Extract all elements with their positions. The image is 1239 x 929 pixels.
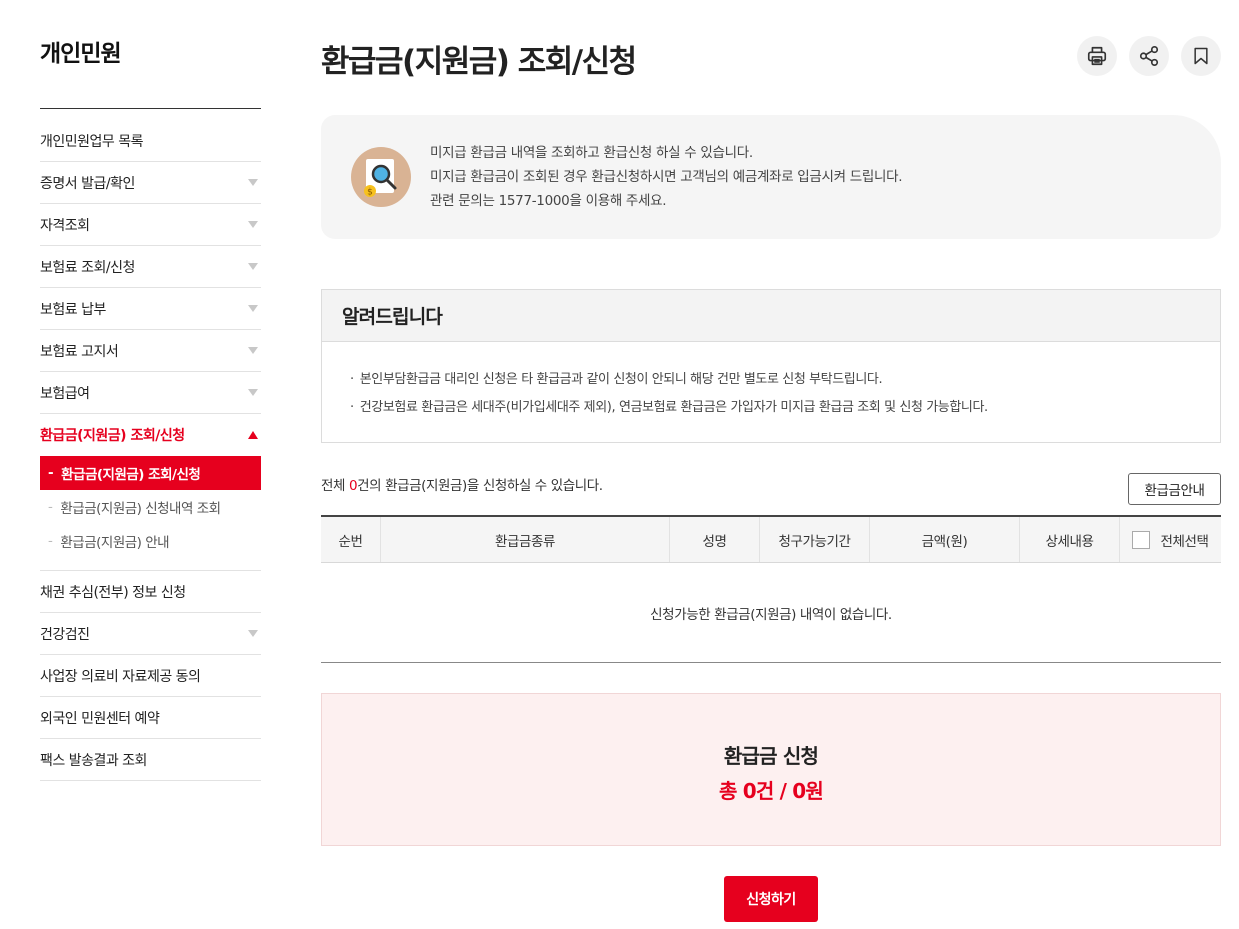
intro-line: 관련 문의는 1577-1000을 이용해 주세요. bbox=[430, 193, 667, 209]
refund-summary: 전체 0건의 환급금(지원금)을 신청하실 수 있습니다. bbox=[321, 474, 603, 494]
bullet-icon: · bbox=[350, 400, 354, 415]
chevron-down-icon bbox=[248, 630, 258, 637]
submenu-item-label: 환급금(지원금) 안내 bbox=[60, 535, 170, 551]
summary-prefix: 전체 bbox=[321, 478, 349, 494]
apply-total: 총 0건 / 0원 bbox=[718, 779, 824, 803]
submenu-item-label: 환급금(지원금) 조회/신청 bbox=[61, 467, 201, 483]
table-header: 순번 환급금종류 성명 청구가능기간 금액(원) 상세내용 전체선택 bbox=[321, 517, 1221, 563]
sidebar-item-label: 건강검진 bbox=[40, 626, 90, 643]
refund-submenu: - 환급금(지원금) 조회/신청 - 환급금(지원금) 신청내역 조회 - 환급금(지… bbox=[40, 456, 261, 571]
refund-count: 0 bbox=[348, 478, 358, 494]
chevron-down-icon bbox=[248, 389, 258, 396]
sidebar-item-benefits[interactable]: 보험급여 bbox=[40, 372, 261, 414]
column-header-type: 환급금종류 bbox=[381, 517, 670, 562]
refund-table: 순번 환급금종류 성명 청구가능기간 금액(원) 상세내용 전체선택 신청가능한… bbox=[321, 515, 1221, 663]
sidebar-item-premium-payment[interactable]: 보험료 납부 bbox=[40, 288, 261, 330]
sidebar-item-label: 개인민원업무 목록 bbox=[40, 133, 144, 150]
intro-line: 미지급 환급금이 조회된 경우 환급신청하시면 고객님의 예금계좌로 입금시켜 … bbox=[430, 169, 903, 185]
sidebar-item-debt-collection[interactable]: 채권 추심(전부) 정보 신청 bbox=[40, 571, 261, 613]
sidebar-item-eligibility[interactable]: 자격조회 bbox=[40, 204, 261, 246]
print-icon bbox=[1087, 46, 1107, 66]
notice-list: · 본인부담환급금 대리인 신청은 타 환급금과 같이 신청이 안되니 해당 건만… bbox=[322, 342, 1220, 422]
column-header-detail: 상세내용 bbox=[1020, 517, 1120, 562]
bookmark-icon bbox=[1194, 47, 1208, 65]
notice-item-text: 건강보험료 환급금은 세대주(비가입세대주 제외), 연금보험료 환급금은 가입… bbox=[359, 400, 988, 415]
sidebar-item-label: 보험료 조회/신청 bbox=[40, 259, 135, 276]
sidebar-item-foreigner-center[interactable]: 외국인 민원센터 예약 bbox=[40, 697, 261, 739]
select-all-checkbox[interactable] bbox=[1132, 530, 1151, 549]
notice-title: 알려드립니다 bbox=[322, 290, 1220, 342]
chevron-down-icon bbox=[248, 305, 258, 312]
sidebar-item-label: 채권 추심(전부) 정보 신청 bbox=[40, 584, 186, 601]
chevron-down-icon bbox=[248, 221, 258, 228]
sidebar-item-label: 환급금(지원금) 조회/신청 bbox=[40, 428, 185, 444]
sidebar-item-label: 자격조회 bbox=[40, 217, 90, 234]
submenu-item-refund-guide[interactable]: - 환급금(지원금) 안내 bbox=[40, 524, 261, 558]
summary-suffix: 건의 환급금(지원금)을 신청하실 수 있습니다. bbox=[357, 478, 603, 494]
sidebar-submenu: - 환급금(지원금) 조회/신청 - 환급금(지원금) 신청내역 조회 - 환급금(지… bbox=[40, 456, 261, 571]
bullet-icon: · bbox=[350, 372, 354, 387]
chevron-down-icon bbox=[248, 347, 258, 354]
submenu-dash: - bbox=[48, 499, 53, 515]
column-header-name: 성명 bbox=[670, 517, 760, 562]
sidebar-item-medical-consent[interactable]: 사업장 의료비 자료제공 동의 bbox=[40, 655, 261, 697]
sidebar-item-certificate[interactable]: 증명서 발급/확인 bbox=[40, 162, 261, 204]
intro-box: $ 미지급 환급금 내역을 조회하고 환급신청 하실 수 있습니다. 미지급 환… bbox=[321, 115, 1221, 239]
share-button[interactable] bbox=[1129, 36, 1169, 76]
svg-text:$: $ bbox=[367, 188, 373, 198]
sidebar-item-premium-notice[interactable]: 보험료 고지서 bbox=[40, 330, 261, 372]
sidebar-item-label: 보험급여 bbox=[40, 385, 90, 402]
submenu-item-refund-inquiry[interactable]: - 환급금(지원금) 조회/신청 bbox=[40, 456, 261, 490]
page-title: 환급금(지원금) 조회/신청 bbox=[321, 44, 637, 80]
intro-description: 미지급 환급금 내역을 조회하고 환급신청 하실 수 있습니다. 미지급 환급금… bbox=[430, 141, 903, 213]
column-header-amount: 금액(원) bbox=[870, 517, 1020, 562]
sidebar-item-fax-result[interactable]: 팩스 발송결과 조회 bbox=[40, 739, 261, 781]
document-search-icon: $ bbox=[351, 147, 411, 207]
bookmark-button[interactable] bbox=[1181, 36, 1221, 76]
sidebar-item-label: 보험료 납부 bbox=[40, 301, 106, 318]
notice-item-text: 본인부담환급금 대리인 신청은 타 환급금과 같이 신청이 안되니 해당 건만 … bbox=[359, 372, 883, 387]
submenu-dash: - bbox=[48, 533, 53, 549]
refund-guide-button[interactable]: 환급금안내 bbox=[1128, 473, 1221, 505]
sidebar-item-label: 팩스 발송결과 조회 bbox=[40, 752, 147, 769]
sidebar-item-label: 증명서 발급/확인 bbox=[40, 175, 135, 192]
submenu-item-refund-history[interactable]: - 환급금(지원금) 신청내역 조회 bbox=[40, 490, 261, 524]
sidebar-item-label: 보험료 고지서 bbox=[40, 343, 119, 360]
chevron-up-icon bbox=[248, 431, 258, 439]
page-tools bbox=[1077, 36, 1221, 76]
sidebar-item-refund[interactable]: 환급금(지원금) 조회/신청 bbox=[40, 414, 261, 456]
submenu-item-label: 환급금(지원금) 신청내역 조회 bbox=[60, 501, 221, 517]
sidebar-title: 개인민원 bbox=[40, 41, 122, 67]
sidebar-divider bbox=[40, 108, 261, 109]
print-button[interactable] bbox=[1077, 36, 1117, 76]
submenu-dash: - bbox=[48, 465, 54, 481]
apply-title: 환급금 신청 bbox=[723, 744, 819, 768]
sidebar-item-premium-inquiry[interactable]: 보험료 조회/신청 bbox=[40, 246, 261, 288]
select-all-label: 전체선택 bbox=[1160, 533, 1209, 550]
apply-button[interactable]: 신청하기 bbox=[724, 876, 818, 922]
notice-box: 알려드립니다 · 본인부담환급금 대리인 신청은 타 환급금과 같이 신청이 안되… bbox=[321, 289, 1221, 443]
share-icon bbox=[1139, 46, 1159, 66]
notice-item: · 건강보험료 환급금은 세대주(비가입세대주 제외), 연금보험료 환급금은 가… bbox=[350, 394, 1220, 422]
empty-message: 신청가능한 환급금(지원금) 내역이 없습니다. bbox=[321, 563, 1221, 663]
notice-item: · 본인부담환급금 대리인 신청은 타 환급금과 같이 신청이 안되니 해당 건만… bbox=[350, 366, 1220, 394]
chevron-down-icon bbox=[248, 179, 258, 186]
chevron-down-icon bbox=[248, 263, 258, 270]
apply-summary-box: 환급금 신청 총 0건 / 0원 bbox=[321, 693, 1221, 846]
column-header-no: 순번 bbox=[321, 517, 381, 562]
column-header-period: 청구가능기간 bbox=[760, 517, 870, 562]
column-header-select-all: 전체선택 bbox=[1120, 517, 1221, 562]
sidebar-item-label: 외국인 민원센터 예약 bbox=[40, 710, 160, 727]
sidebar-item-label: 사업장 의료비 자료제공 동의 bbox=[40, 668, 201, 685]
intro-line: 미지급 환급금 내역을 조회하고 환급신청 하실 수 있습니다. bbox=[430, 145, 753, 161]
sidebar-item-list[interactable]: 개인민원업무 목록 bbox=[40, 120, 261, 162]
sidebar-menu: 개인민원업무 목록 증명서 발급/확인 자격조회 보험료 조회/신청 보험료 납… bbox=[40, 120, 261, 781]
sidebar-item-health-checkup[interactable]: 건강검진 bbox=[40, 613, 261, 655]
